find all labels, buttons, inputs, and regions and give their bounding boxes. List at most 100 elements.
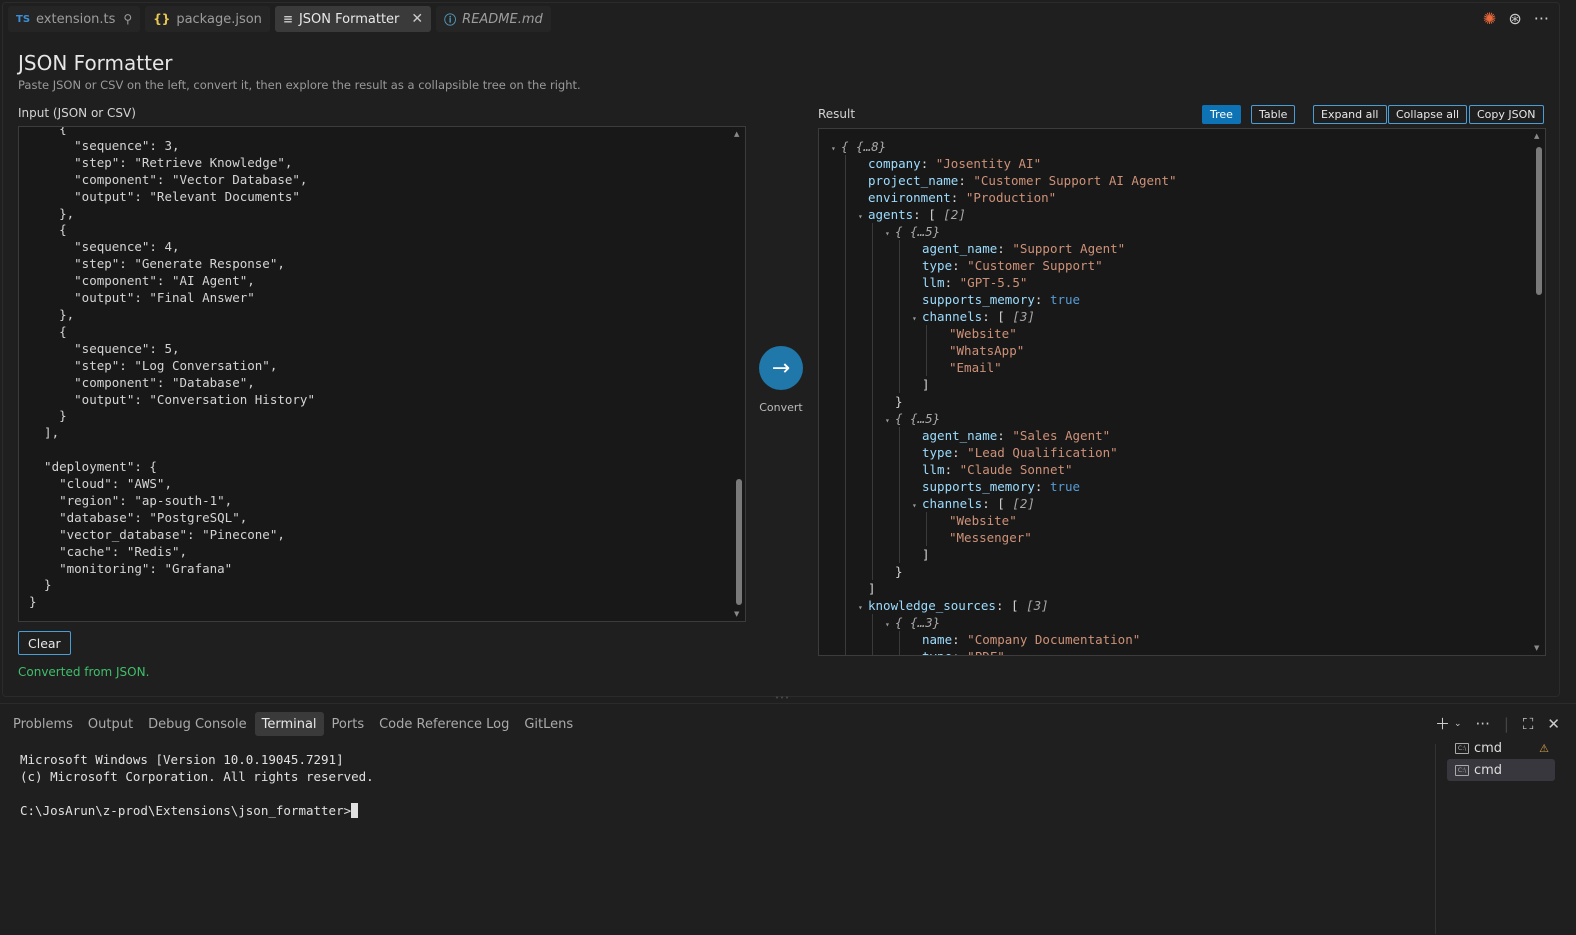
tree-node: type: "Lead Qualification" <box>922 444 1118 461</box>
tree-view-button[interactable]: Tree <box>1202 105 1241 124</box>
caret-down-icon[interactable]: ▾ <box>858 208 868 225</box>
tree-summary: [2] <box>1012 496 1035 511</box>
panel-tab-debug-console[interactable]: Debug Console <box>141 712 254 736</box>
tab-json-formatter[interactable]: ≡ JSON Formatter ✕ <box>274 6 432 32</box>
editor-tab-bar: TS extension.ts ⚲ {} package.json ≡ JSON… <box>3 3 1559 35</box>
terminal-item-label: cmd <box>1474 762 1503 778</box>
openai-icon[interactable]: ⊛ <box>1508 10 1521 28</box>
tree-key: supports_memory <box>922 292 1035 307</box>
tree-node: name: "Company Documentation" <box>922 631 1140 648</box>
tree-node: llm: "Claude Sonnet" <box>922 461 1073 478</box>
tree-bracket: [ <box>997 496 1005 511</box>
tree-node-expandable[interactable]: ▾{ {…5} <box>885 410 940 427</box>
colon: : <box>982 496 990 511</box>
tree-bracket: ] <box>922 377 930 392</box>
panel-tab-problems[interactable]: Problems <box>6 712 80 736</box>
scrollbar-thumb[interactable] <box>1536 147 1542 295</box>
tree-string-value: "Email" <box>949 360 1002 375</box>
panel-tab-output[interactable]: Output <box>81 712 140 736</box>
scroll-up-icon[interactable]: ▲ <box>734 130 739 138</box>
tree-key: supports_memory <box>922 479 1035 494</box>
panel-tab-ports[interactable]: Ports <box>325 712 372 736</box>
result-tree-view: ▾{ {…8} company: "Josentity AI" project_na… <box>818 128 1546 656</box>
chevron-down-icon[interactable]: ⌄ <box>1454 719 1462 729</box>
tree-summary: [3] <box>1012 309 1035 324</box>
clear-button[interactable]: Clear <box>18 631 71 655</box>
tree-node: type: "PDF" <box>922 648 1005 655</box>
tree-node-expandable[interactable]: ▾ knowledge_sources: [ [3] <box>858 597 1049 614</box>
result-scrollbar[interactable]: ▲ ▼ <box>1532 129 1544 655</box>
scroll-up-icon[interactable]: ▲ <box>1534 132 1539 140</box>
tree-node: project_name: "Customer Support AI Agent… <box>868 172 1177 189</box>
tree-node-expandable[interactable]: ▾{ {…3} <box>885 614 940 631</box>
panel-tab-terminal[interactable]: Terminal <box>254 712 324 736</box>
expand-all-button[interactable]: Expand all <box>1313 105 1387 124</box>
copy-json-button[interactable]: Copy JSON <box>1469 105 1544 124</box>
caret-down-icon[interactable]: ▾ <box>912 497 922 514</box>
close-panel-icon[interactable]: ✕ <box>1547 715 1560 733</box>
terminal-output[interactable]: Microsoft Windows [Version 10.0.19045.72… <box>20 751 374 819</box>
caret-down-icon[interactable]: ▾ <box>858 599 868 616</box>
json-input-textarea[interactable]: { "sequence": 3, "step": "Retrieve Knowl… <box>18 126 746 622</box>
terminal-item[interactable]: C:\ cmd <box>1447 759 1555 781</box>
caret-down-icon[interactable]: ▾ <box>885 412 895 429</box>
scrollbar-thumb[interactable] <box>736 479 742 605</box>
collapse-all-button[interactable]: Collapse all <box>1388 105 1468 124</box>
scroll-down-icon[interactable]: ▼ <box>1534 644 1539 652</box>
scroll-down-icon[interactable]: ▼ <box>734 610 739 618</box>
preview-icon: ≡ <box>282 12 293 26</box>
table-view-button[interactable]: Table <box>1251 105 1296 124</box>
indent-guide <box>899 427 900 563</box>
convert-button[interactable]: → <box>759 346 803 390</box>
editor-area: TS extension.ts ⚲ {} package.json ≡ JSON… <box>2 2 1560 697</box>
panel-tab-code-reference-log[interactable]: Code Reference Log <box>372 712 516 736</box>
terminal-cursor <box>351 803 359 818</box>
tree-node-expandable[interactable]: ▾ channels: [ [3] <box>912 308 1035 325</box>
tree-node: "Messenger" <box>949 529 1032 546</box>
new-terminal-icon[interactable]: ＋ <box>1435 713 1450 734</box>
close-icon[interactable]: ✕ <box>411 11 423 27</box>
tree-key: name <box>922 632 953 647</box>
tree-node: "Website" <box>949 512 1017 529</box>
warning-icon: ⚠ <box>1539 741 1549 755</box>
terminal-list: C:\ cmd ⚠ C:\ cmd <box>1447 737 1555 781</box>
maximize-panel-icon[interactable]: ⛶ <box>1523 715 1534 733</box>
tree-node: ] <box>922 546 930 563</box>
tree-node: agent_name: "Support Agent" <box>922 240 1125 257</box>
tree-string-value: "Sales Agent" <box>1012 428 1111 443</box>
caret-down-icon[interactable]: ▾ <box>912 310 922 327</box>
tree-node-expandable[interactable]: ▾{ {…5} <box>885 223 940 240</box>
colon: : <box>952 445 960 460</box>
panel-tab-gitlens[interactable]: GitLens <box>517 712 580 736</box>
tree-string-value: "Josentity AI" <box>935 156 1042 171</box>
arrow-right-icon: → <box>771 355 791 381</box>
more-actions-icon[interactable]: ··· <box>1534 10 1549 28</box>
pin-icon[interactable]: ⚲ <box>123 12 132 26</box>
terminal-item[interactable]: C:\ cmd ⚠ <box>1447 737 1555 759</box>
claude-icon[interactable]: ✺ <box>1483 10 1496 28</box>
tree-key: agent_name <box>922 428 998 443</box>
colon: : <box>944 275 953 290</box>
indent-guide <box>845 155 846 655</box>
tree-node-expandable[interactable]: ▾ channels: [ [2] <box>912 495 1035 512</box>
tree-node-expandable[interactable]: ▾ agents: [ [2] <box>858 206 966 223</box>
tab-readme[interactable]: ⓘ README.md <box>436 6 551 32</box>
tree-node-expandable[interactable]: ▾{ {…8} <box>831 138 886 155</box>
tab-package-json[interactable]: {} package.json <box>145 6 270 32</box>
terminal-item-label: cmd <box>1474 740 1503 756</box>
status-message: Converted from JSON. <box>18 665 150 679</box>
tab-extension-ts[interactable]: TS extension.ts ⚲ <box>8 6 141 32</box>
caret-down-icon[interactable]: ▾ <box>831 140 841 157</box>
tree-node: "WhatsApp" <box>949 342 1024 359</box>
colon: : <box>920 156 929 171</box>
panel-tab-bar: Problems Output Debug Console Terminal Ports… <box>6 712 581 736</box>
caret-down-icon[interactable]: ▾ <box>885 225 895 242</box>
caret-down-icon[interactable]: ▾ <box>885 616 895 633</box>
input-scrollbar[interactable]: ▲ ▼ <box>732 127 744 621</box>
editor-actions: ✺ ⊛ ··· <box>1483 10 1549 28</box>
tree-boolean-value: true <box>1049 292 1081 307</box>
result-label: Result <box>818 107 856 121</box>
more-actions-icon[interactable]: ··· <box>1476 715 1490 733</box>
tree-summary: [2] <box>943 207 966 222</box>
tree-key: channels <box>922 496 983 511</box>
